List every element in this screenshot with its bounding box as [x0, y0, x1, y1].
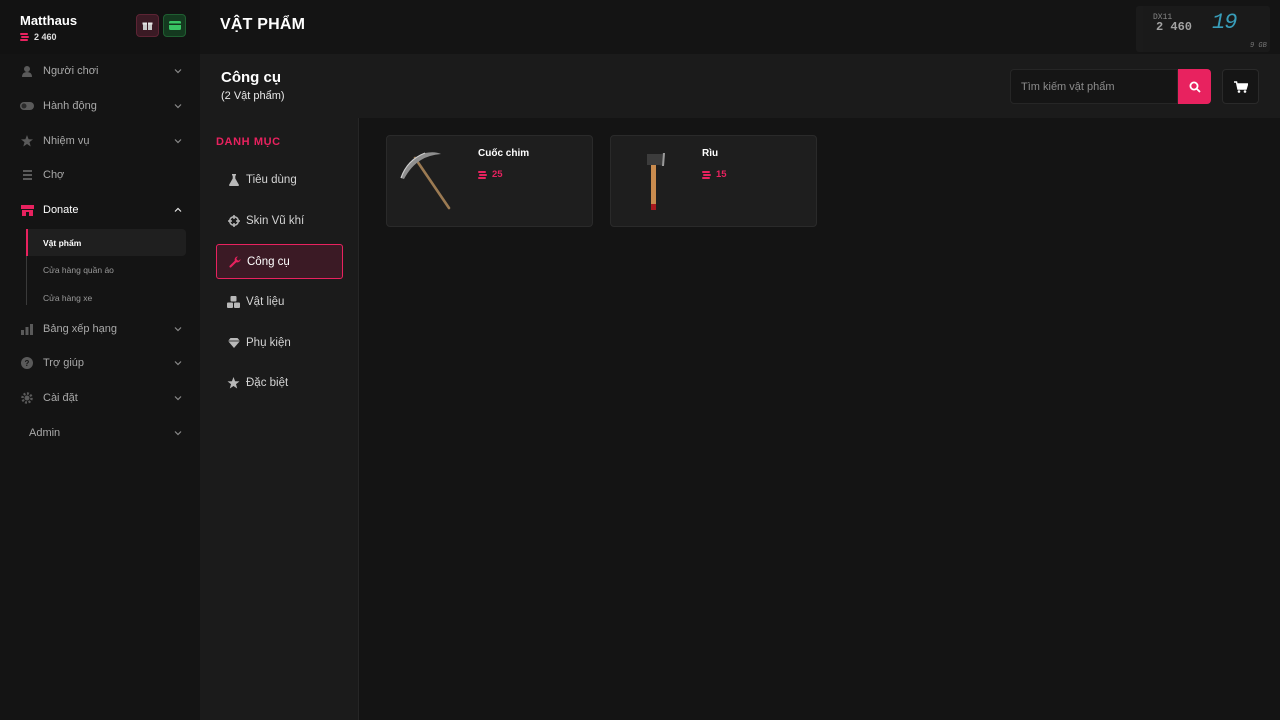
page-title: VẬT PHẨM — [220, 16, 306, 33]
chart-icon — [20, 322, 34, 336]
product-name: Rìu — [702, 148, 719, 159]
sidebar-item-label: Hành động — [43, 100, 97, 112]
gift-button[interactable] — [136, 14, 159, 37]
sidebar-item-settings[interactable]: Cài đặt — [0, 383, 200, 413]
gear-icon — [20, 391, 34, 405]
category-label: Vật liệu — [246, 295, 285, 308]
credit-card-button[interactable] — [163, 14, 186, 37]
credit-card-icon — [168, 21, 181, 30]
category-header: Công cụ (2 Vật phẩm) — [200, 54, 1280, 118]
svg-text:?: ? — [25, 359, 30, 368]
category-materials[interactable]: Vật liệu — [216, 284, 343, 319]
coins-icon — [478, 170, 487, 179]
coins-icon — [702, 170, 711, 179]
product-price: 25 — [478, 169, 503, 180]
category-special[interactable]: Đặc biệt — [216, 365, 343, 400]
sidebar-item-label: Trợ giúp — [43, 357, 85, 369]
sidebar-item-market[interactable]: Chợ — [0, 160, 200, 190]
gem-icon — [227, 336, 240, 349]
chevron-down-icon — [174, 361, 182, 366]
category-label: Phụ kiện — [246, 336, 291, 349]
sidebar-item-label: Admin — [29, 427, 61, 439]
category-label: Công cụ — [247, 255, 290, 268]
category-accessories[interactable]: Phụ kiện — [216, 325, 343, 360]
flask-icon — [227, 173, 240, 186]
category-label: Skin Vũ khí — [246, 214, 305, 227]
cart-icon — [1233, 80, 1248, 93]
subnav-item-items[interactable]: Vật phẩm — [28, 229, 186, 256]
star-icon — [20, 134, 34, 148]
category-tools[interactable]: Công cụ — [216, 244, 343, 279]
sidebar-item-admin[interactable]: Admin — [0, 418, 200, 448]
crosshair-icon — [227, 214, 240, 227]
axe-icon — [647, 153, 665, 210]
category-count: (2 Vật phẩm) — [221, 90, 285, 102]
cart-button[interactable] — [1222, 69, 1259, 104]
chevron-up-icon — [174, 207, 182, 212]
chevron-down-icon — [174, 396, 182, 401]
sidebar-item-donate[interactable]: Donate — [0, 195, 200, 225]
overlay-mem: 9 GB — [1250, 42, 1267, 50]
chevron-down-icon — [174, 69, 182, 74]
chevron-down-icon — [174, 139, 182, 144]
user-name: Matthaus — [20, 13, 78, 28]
app-root: Matthaus 2 460 Người chơi Hành động Nhiệ… — [0, 0, 1280, 720]
product-price-value: 15 — [716, 169, 727, 180]
chevron-down-icon — [174, 327, 182, 332]
search-icon — [1189, 81, 1201, 93]
product-card[interactable]: Cuốc chim 25 — [386, 135, 593, 227]
category-label: Đặc biệt — [246, 376, 289, 389]
materials-icon — [227, 295, 240, 308]
product-name: Cuốc chim — [478, 148, 530, 159]
sidebar-item-label: Cài đặt — [43, 392, 78, 404]
user-icon — [20, 64, 34, 78]
gift-icon — [142, 22, 153, 31]
product-price-value: 25 — [492, 169, 503, 180]
category-panel-title: DANH MỤC — [216, 136, 281, 148]
sidebar-item-help[interactable]: ? Trợ giúp — [0, 348, 200, 378]
category-weapon-skins[interactable]: Skin Vũ khí — [216, 203, 343, 238]
overlay-fps: 19 — [1212, 10, 1237, 35]
user-balance-value: 2 460 — [34, 32, 57, 42]
product-price: 15 — [702, 169, 727, 180]
chevron-down-icon — [174, 104, 182, 109]
sidebar-item-label: Donate — [43, 204, 79, 216]
category-label: Tiêu dùng — [246, 173, 297, 186]
chevron-down-icon — [174, 431, 182, 436]
performance-overlay: DX11 2 460 19 9 GB — [1136, 6, 1270, 52]
sidebar-item-label: Người chơi — [43, 65, 99, 77]
product-card[interactable]: Rìu 15 — [610, 135, 817, 227]
list-icon — [20, 168, 34, 182]
category-title: Công cụ — [221, 69, 281, 86]
wrench-icon — [228, 255, 241, 268]
user-balance: 2 460 — [20, 32, 57, 42]
product-grid: Cuốc chim 25 Rìu 15 — [360, 118, 1280, 720]
category-consumables[interactable]: Tiêu dùng — [216, 162, 343, 197]
subnav-item-vehicle-store[interactable]: Cửa hàng xe — [28, 284, 186, 311]
sidebar-item-missions[interactable]: Nhiệm vụ — [0, 126, 200, 156]
subnav-item-clothing-store[interactable]: Cửa hàng quần áo — [28, 256, 186, 283]
toggle-icon — [20, 99, 34, 113]
pickaxe-icon — [400, 152, 451, 210]
user-block: Matthaus 2 460 — [0, 0, 200, 54]
coins-icon — [20, 33, 29, 41]
overlay-number: 2 460 — [1156, 20, 1193, 34]
top-bar: VẬT PHẨM — [200, 0, 1280, 54]
store-icon — [20, 203, 34, 217]
sidebar: Matthaus 2 460 Người chơi Hành động Nhiệ… — [0, 0, 200, 720]
sidebar-item-players[interactable]: Người chơi — [0, 56, 200, 86]
sidebar-item-label: Chợ — [43, 169, 65, 181]
search-input[interactable] — [1010, 69, 1178, 104]
sidebar-item-actions[interactable]: Hành động — [0, 91, 200, 121]
category-panel: DANH MỤC Tiêu dùng Skin Vũ khí Công cụ V… — [200, 118, 359, 720]
star-icon — [227, 376, 240, 389]
help-icon: ? — [20, 356, 34, 370]
search-button[interactable] — [1178, 69, 1211, 104]
sidebar-item-label: Bảng xếp hạng — [43, 323, 118, 335]
sidebar-item-leaderboard[interactable]: Bảng xếp hạng — [0, 314, 200, 344]
sidebar-item-label: Nhiệm vụ — [43, 135, 90, 147]
